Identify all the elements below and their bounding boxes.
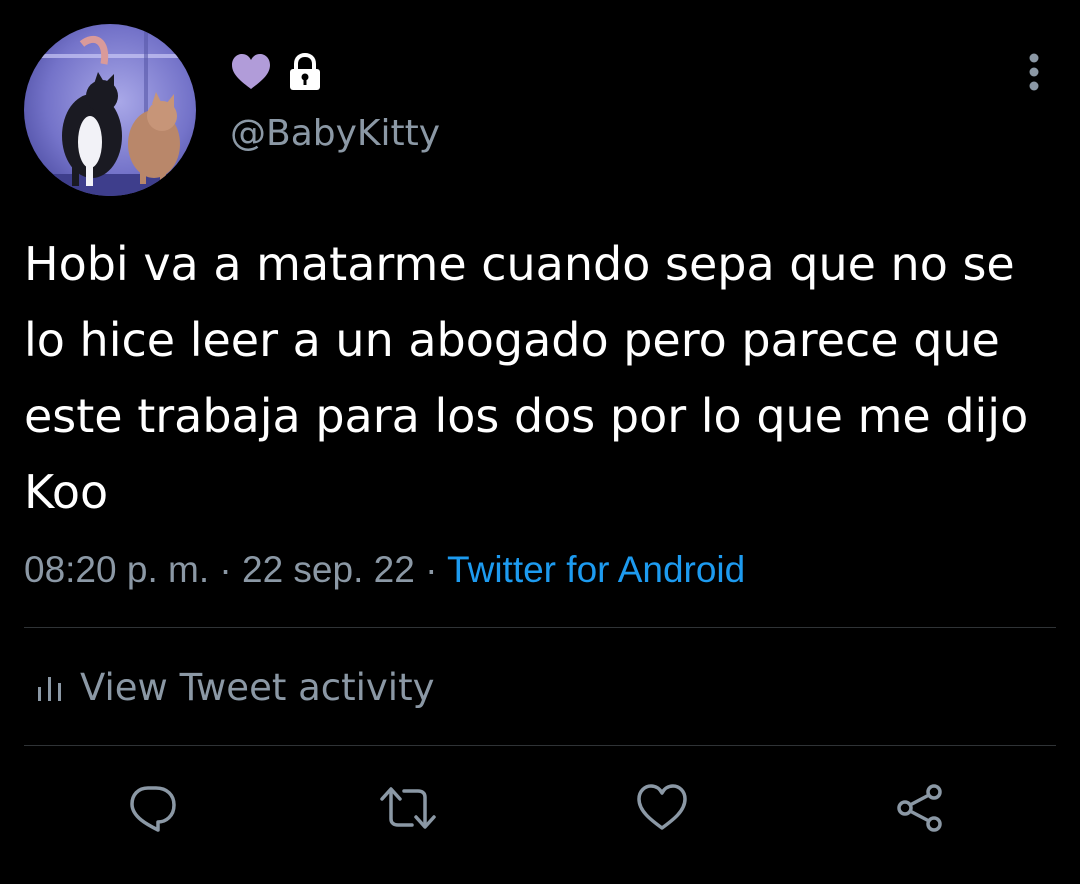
tweet-source-link[interactable]: Twitter for Android: [447, 549, 745, 590]
retweet-button[interactable]: [378, 778, 438, 838]
tweet-text: Hobi va a matarme cuando sepa que no se …: [24, 237, 1029, 519]
divider: [24, 627, 1056, 628]
share-button[interactable]: [890, 778, 950, 838]
tweet-metadata: 08:20 p. m. · 22 sep. 22 · Twitter for A…: [24, 548, 745, 592]
avatar[interactable]: [24, 24, 196, 196]
tweet-date[interactable]: 22 sep. 22: [242, 549, 415, 590]
lock-icon: [288, 52, 322, 92]
more-options-button[interactable]: [1014, 48, 1054, 96]
user-handle[interactable]: @BabyKitty: [230, 112, 440, 156]
view-tweet-activity-label: View Tweet activity: [80, 666, 435, 709]
display-name[interactable]: [230, 50, 322, 94]
like-icon: [637, 784, 687, 830]
meta-separator: ·: [425, 549, 438, 590]
reply-button[interactable]: [122, 778, 182, 838]
tweet-detail: @BabyKitty Hobi va a matarme cuando sepa…: [0, 0, 1080, 884]
retweet-icon: [380, 787, 436, 829]
purple-heart-icon: [230, 53, 272, 91]
tweet-time[interactable]: 08:20 p. m.: [24, 549, 209, 590]
reply-icon: [130, 786, 176, 832]
like-button[interactable]: [632, 778, 692, 838]
meta-separator: ·: [219, 549, 232, 590]
divider: [24, 745, 1056, 746]
view-tweet-activity-button[interactable]: View Tweet activity: [36, 664, 434, 712]
share-icon: [897, 784, 942, 832]
avatar-image: [24, 24, 196, 196]
more-vertical-icon: [1029, 53, 1039, 91]
bar-chart-icon: [38, 677, 61, 701]
